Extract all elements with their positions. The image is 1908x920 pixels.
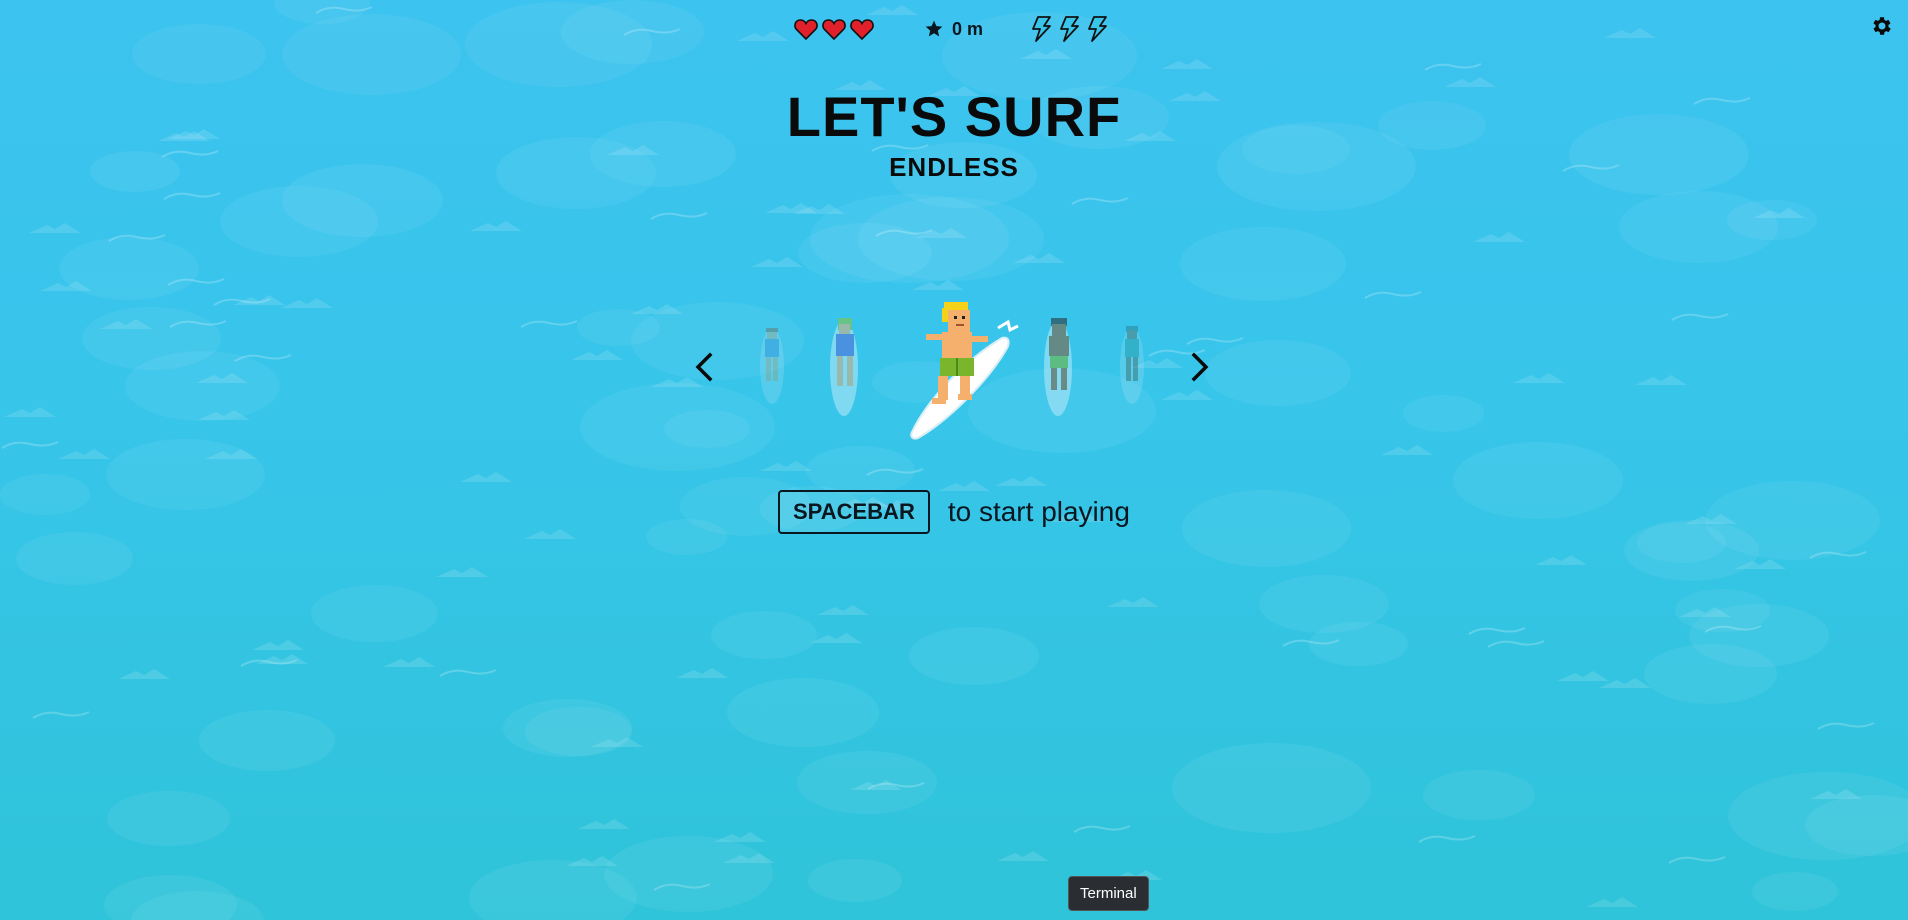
start-prompt: SPACEBAR to start playing [778, 490, 1130, 534]
heart-icon [822, 19, 846, 40]
start-instruction: to start playing [947, 496, 1130, 527]
game-title: LET'S SURF [786, 85, 1122, 148]
chevron-left-icon[interactable] [688, 347, 722, 387]
terminal-tooltip: Terminal [1068, 876, 1149, 911]
game-mode: ENDLESS [889, 152, 1019, 182]
lightning-icon [1032, 16, 1051, 42]
character-option-3-selected[interactable] [898, 298, 1022, 440]
character-option-5[interactable] [1112, 322, 1152, 406]
spacebar-key-badge[interactable]: SPACEBAR [778, 490, 930, 534]
heart-icon [794, 19, 818, 40]
star-icon [925, 20, 943, 37]
distance-indicator: 0 m [924, 14, 983, 44]
character-option-2[interactable] [822, 314, 868, 418]
chevron-right-icon[interactable] [1182, 347, 1216, 387]
character-option-1[interactable] [752, 322, 792, 406]
character-option-4[interactable] [1036, 314, 1082, 418]
lightning-icon [1060, 16, 1079, 42]
distance-value: 0 m [952, 18, 984, 39]
heart-icon [850, 19, 874, 40]
lightning-icon [1088, 16, 1107, 42]
gear-icon[interactable] [1870, 14, 1894, 38]
boost-indicator [1030, 14, 1110, 44]
lives-indicator [794, 14, 874, 44]
